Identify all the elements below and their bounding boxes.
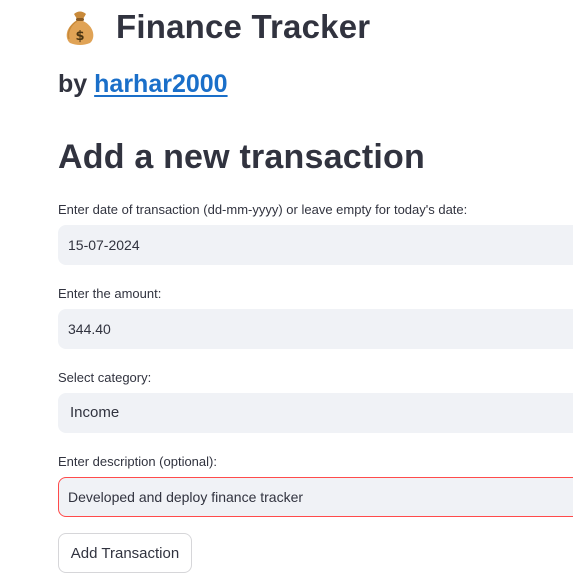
date-label: Enter date of transaction (dd-mm-yyyy) o… (58, 202, 468, 217)
amount-value: 344.40 (68, 321, 111, 337)
byline: by harhar2000 (58, 70, 228, 99)
category-select[interactable]: Income (58, 393, 573, 433)
category-label: Select category: (58, 370, 152, 385)
svg-text:$: $ (75, 29, 84, 44)
section-heading: Add a new transaction (58, 138, 425, 176)
description-field[interactable]: Developed and deploy finance tracker (58, 477, 573, 517)
date-value: 15-07-2024 (68, 237, 140, 253)
date-field[interactable]: 15-07-2024 (58, 225, 573, 265)
amount-label: Enter the amount: (58, 286, 162, 301)
description-label: Enter description (optional): (58, 454, 217, 469)
byline-prefix: by (58, 70, 88, 98)
author-link[interactable]: harhar2000 (94, 70, 227, 98)
category-selected-value: Income (70, 404, 120, 421)
money-bag-icon: $ (58, 5, 102, 49)
app-title: Finance Tracker (116, 8, 371, 45)
amount-field[interactable]: 344.40 (58, 309, 573, 349)
description-value: Developed and deploy finance tracker (68, 489, 304, 505)
title-row: $ Finance Tracker (58, 4, 370, 50)
add-transaction-button[interactable]: Add Transaction (58, 533, 192, 573)
